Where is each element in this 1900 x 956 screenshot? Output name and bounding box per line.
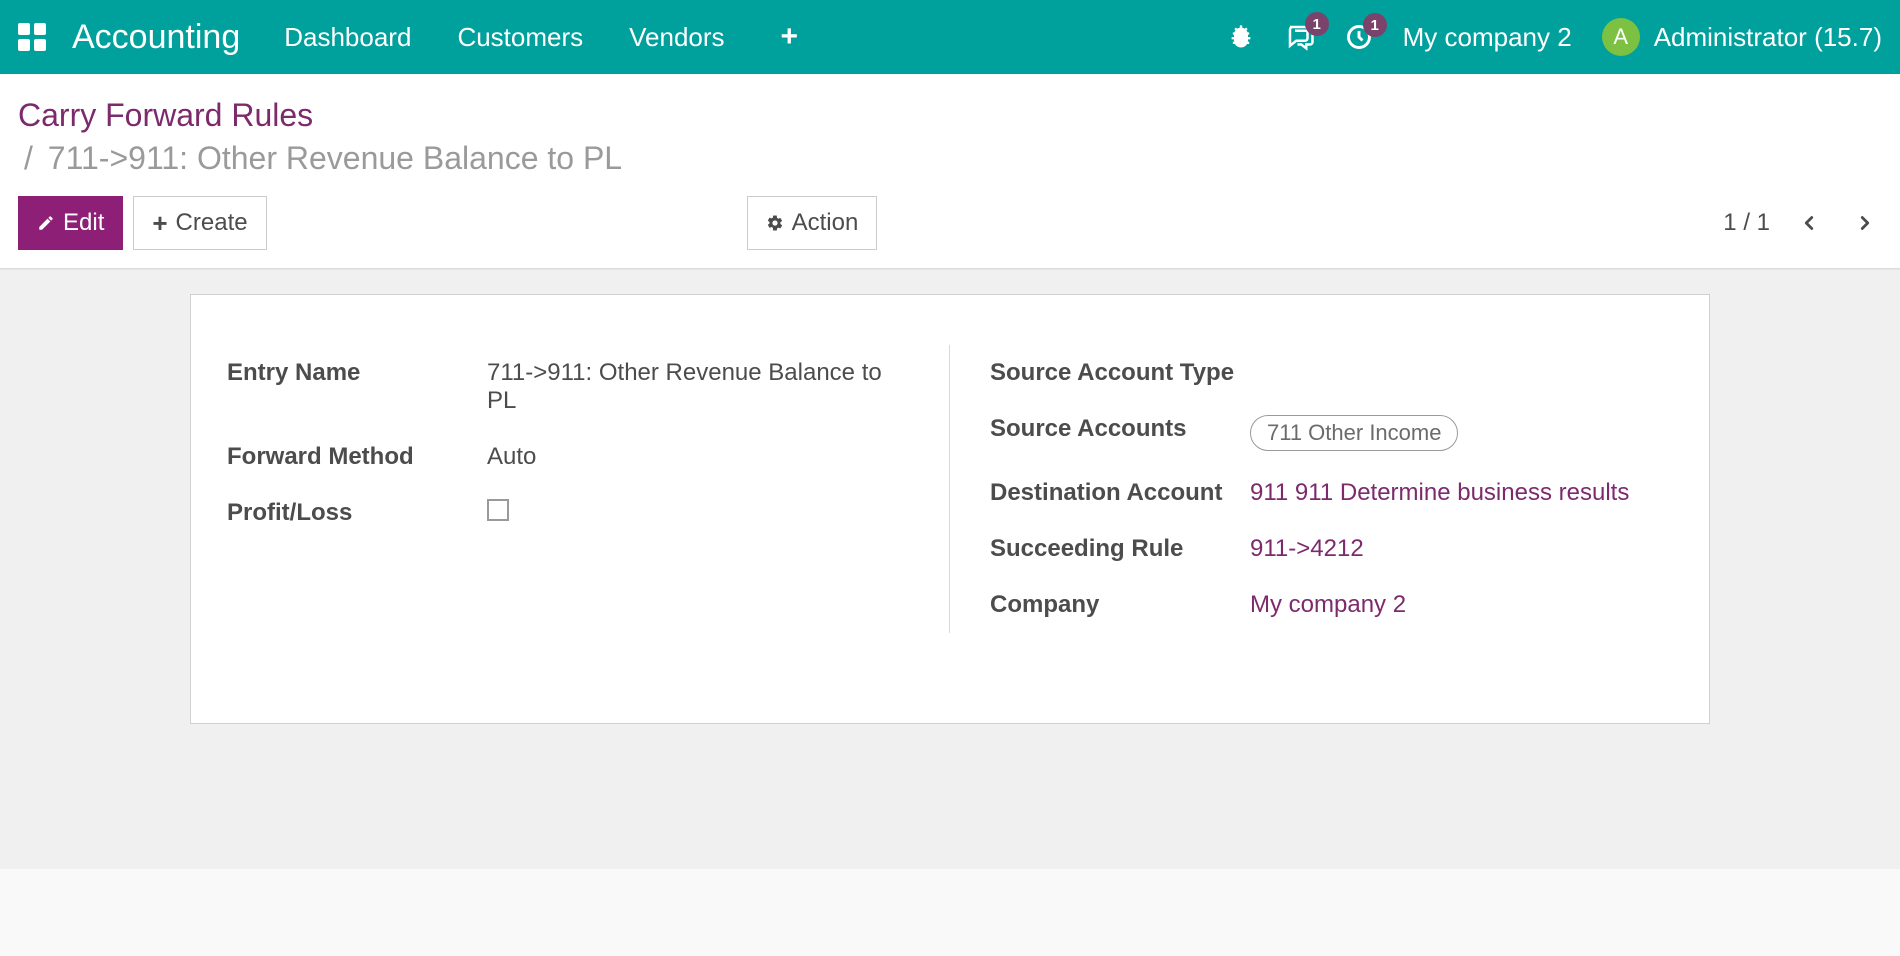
value-succeeding-rule[interactable]: 911->4212	[1250, 535, 1364, 563]
cp-buttons-row: Edit + Create Action 1 / 1	[18, 196, 1882, 250]
label-company: Company	[990, 591, 1250, 619]
main-menu: Dashboard Customers Vendors +	[284, 20, 798, 54]
label-source-accounts: Source Accounts	[990, 415, 1250, 443]
field-source-account-type: Source Account Type	[990, 345, 1673, 401]
field-destination-account: Destination Account 911 911 Determine bu…	[990, 465, 1673, 521]
label-destination-account: Destination Account	[990, 479, 1250, 507]
value-destination-account[interactable]: 911 911 Determine business results	[1250, 479, 1629, 507]
label-profit-loss: Profit/Loss	[227, 499, 487, 527]
field-entry-name: Entry Name 711->911: Other Revenue Balan…	[227, 345, 909, 429]
value-entry-name: 711->911: Other Revenue Balance to PL	[487, 359, 909, 415]
menu-dashboard[interactable]: Dashboard	[284, 22, 411, 53]
source-account-tag[interactable]: 711 Other Income	[1250, 415, 1458, 451]
nav-right: 1 1 My company 2 A Administrator (15.7)	[1227, 18, 1882, 56]
control-panel: Carry Forward Rules / 711->911: Other Re…	[0, 74, 1900, 269]
user-menu[interactable]: A Administrator (15.7)	[1602, 18, 1882, 56]
apps-icon[interactable]	[18, 23, 46, 51]
debug-icon[interactable]	[1227, 23, 1255, 51]
edit-button-label: Edit	[63, 209, 104, 237]
action-button-label: Action	[792, 209, 859, 237]
top-nav: Accounting Dashboard Customers Vendors +…	[0, 0, 1900, 74]
pager-prev[interactable]	[1792, 206, 1826, 240]
label-source-account-type: Source Account Type	[990, 359, 1250, 387]
breadcrumb: Carry Forward Rules / 711->911: Other Re…	[18, 94, 1882, 180]
field-profit-loss: Profit/Loss	[227, 485, 909, 542]
label-succeeding-rule: Succeeding Rule	[990, 535, 1250, 563]
value-profit-loss	[487, 499, 509, 528]
company-switcher[interactable]: My company 2	[1403, 22, 1572, 53]
field-company: Company My company 2	[990, 577, 1673, 633]
create-button[interactable]: + Create	[133, 196, 266, 250]
messages-icon[interactable]: 1	[1285, 22, 1315, 52]
value-forward-method: Auto	[487, 443, 536, 471]
activities-icon[interactable]: 1	[1345, 23, 1373, 51]
create-button-label: Create	[176, 209, 248, 237]
menu-vendors[interactable]: Vendors	[629, 22, 724, 53]
pager-text: 1 / 1	[1723, 209, 1770, 237]
pager: 1 / 1	[1723, 206, 1882, 240]
brand[interactable]: Accounting	[72, 18, 240, 57]
label-forward-method: Forward Method	[227, 443, 487, 471]
value-company[interactable]: My company 2	[1250, 591, 1406, 619]
field-succeeding-rule: Succeeding Rule 911->4212	[990, 521, 1673, 577]
breadcrumb-root[interactable]: Carry Forward Rules	[18, 97, 313, 133]
form-sheet-bg: Entry Name 711->911: Other Revenue Balan…	[0, 269, 1900, 869]
gear-icon	[766, 214, 784, 232]
messages-badge: 1	[1305, 12, 1329, 36]
pencil-icon	[37, 214, 55, 232]
breadcrumb-sep: /	[24, 140, 33, 176]
profit-loss-checkbox[interactable]	[487, 499, 509, 521]
menu-add-icon[interactable]: +	[781, 20, 799, 54]
form-sheet: Entry Name 711->911: Other Revenue Balan…	[190, 294, 1710, 724]
value-source-accounts: 711 Other Income	[1250, 415, 1458, 451]
username: Administrator (15.7)	[1654, 22, 1882, 53]
breadcrumb-leaf: 711->911: Other Revenue Balance to PL	[48, 140, 622, 176]
chevron-left-icon	[1798, 212, 1820, 234]
avatar: A	[1602, 18, 1640, 56]
action-button[interactable]: Action	[747, 196, 878, 250]
menu-customers[interactable]: Customers	[457, 22, 583, 53]
chevron-right-icon	[1854, 212, 1876, 234]
label-entry-name: Entry Name	[227, 359, 487, 387]
edit-button[interactable]: Edit	[18, 196, 123, 250]
form-left-col: Entry Name 711->911: Other Revenue Balan…	[227, 345, 950, 633]
field-source-accounts: Source Accounts 711 Other Income	[990, 401, 1673, 465]
field-forward-method: Forward Method Auto	[227, 429, 909, 485]
activities-badge: 1	[1363, 13, 1387, 37]
pager-next[interactable]	[1848, 206, 1882, 240]
plus-icon: +	[152, 210, 167, 236]
form-right-col: Source Account Type Source Accounts 711 …	[950, 345, 1673, 633]
